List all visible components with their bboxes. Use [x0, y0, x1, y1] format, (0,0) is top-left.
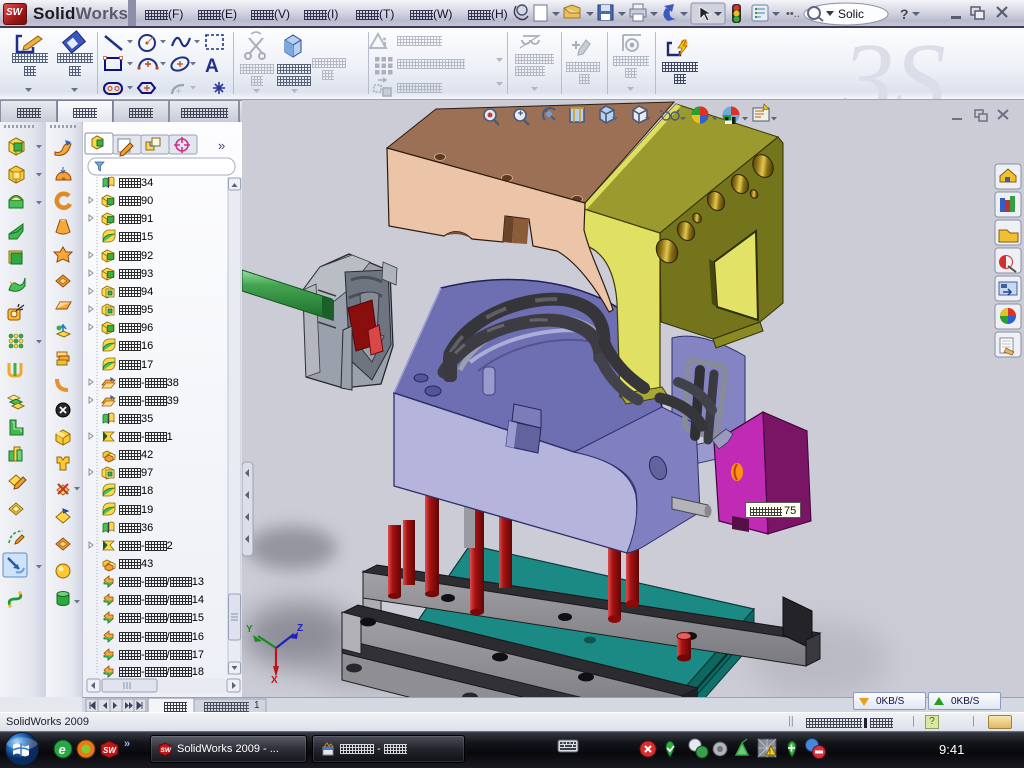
svg-text:Y: Y	[246, 624, 253, 635]
svg-text:!: !	[769, 750, 771, 757]
svg-text:»: »	[124, 738, 130, 750]
svg-text:3S: 3S	[841, 28, 946, 99]
svg-text:SW: SW	[103, 746, 117, 755]
svg-text:9:41: 9:41	[939, 742, 964, 757]
svg-text:••..: ••..	[786, 8, 800, 20]
svg-text:SW: SW	[161, 747, 172, 754]
svg-text:e: e	[59, 742, 66, 757]
svg-text:Solic: Solic	[838, 7, 864, 21]
svg-text:X: X	[271, 675, 278, 686]
svg-text:?: ?	[900, 6, 909, 22]
svg-text:Z: Z	[297, 623, 303, 634]
svg-text:A: A	[205, 56, 219, 77]
